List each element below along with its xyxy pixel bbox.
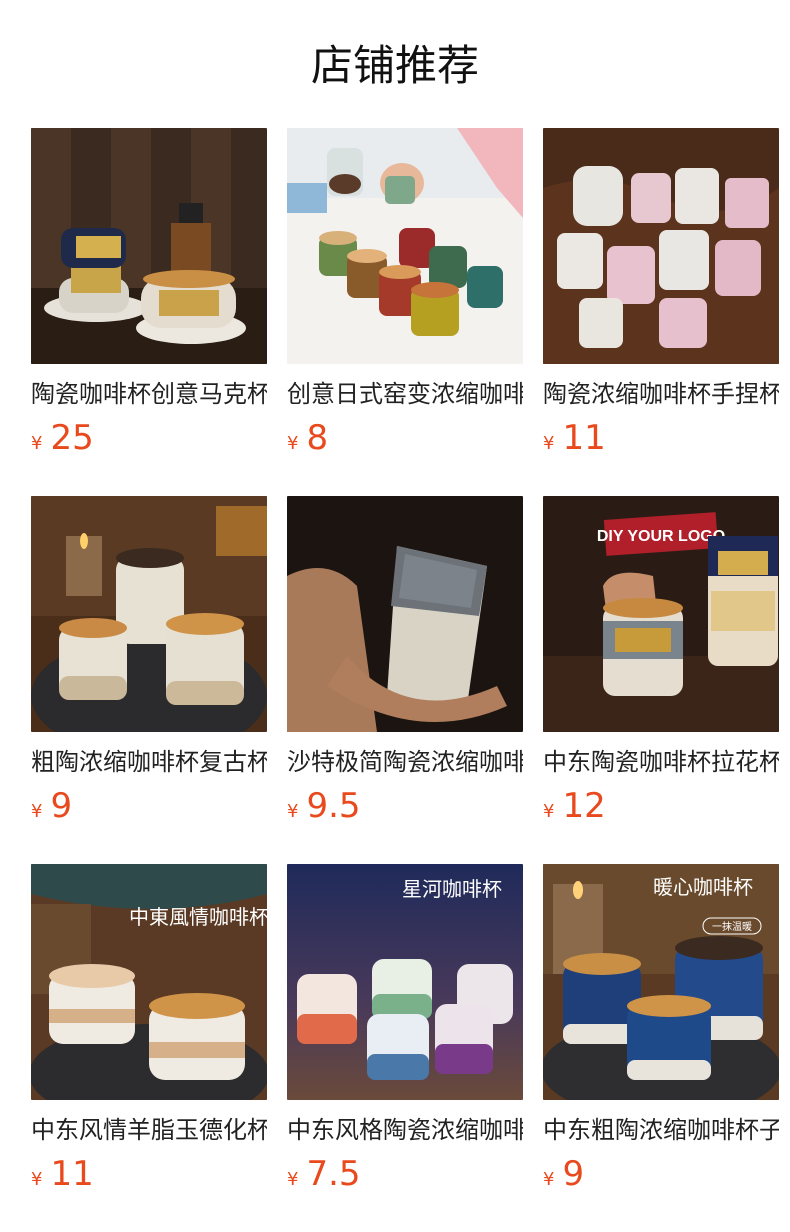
product-price: ¥11	[543, 418, 606, 458]
product-name[interactable]: 沙特极简陶瓷浓缩咖啡杯	[287, 742, 523, 782]
product-name[interactable]: 创意日式窑变浓缩咖啡杯	[287, 374, 523, 414]
price-value: 9	[562, 1154, 585, 1194]
price-value: 11	[50, 1154, 94, 1194]
product-price: ¥11	[31, 1154, 94, 1194]
product-price: ¥7.5	[287, 1154, 361, 1194]
product-image[interactable]	[31, 496, 267, 732]
currency-symbol: ¥	[31, 1169, 43, 1190]
currency-symbol: ¥	[31, 801, 43, 822]
product-price: ¥12	[543, 786, 606, 826]
currency-symbol: ¥	[543, 433, 555, 454]
product-price: ¥9	[31, 786, 72, 826]
product-price: ¥9	[543, 1154, 584, 1194]
price-value: 11	[562, 418, 606, 458]
currency-symbol: ¥	[287, 1169, 299, 1190]
diy-logo-badge: DIY YOUR LOGO	[597, 528, 725, 545]
price-value: 8	[306, 418, 329, 458]
poster-title: 星河咖啡杯	[402, 877, 502, 901]
product-name[interactable]: 陶瓷浓缩咖啡杯手捏杯	[543, 374, 779, 414]
product-image[interactable]: 星河咖啡杯	[287, 864, 523, 1100]
product-image[interactable]	[31, 128, 267, 364]
poster-tag: 一抹温暖	[712, 920, 752, 933]
product-name[interactable]: 粗陶浓缩咖啡杯复古杯	[31, 742, 267, 782]
poster-title: 中東風情咖啡杯	[129, 905, 267, 929]
page-title: 店铺推荐	[310, 41, 479, 90]
currency-symbol: ¥	[287, 433, 299, 454]
price-value: 9.5	[306, 786, 361, 826]
currency-symbol: ¥	[31, 433, 43, 454]
product-name[interactable]: 陶瓷咖啡杯创意马克杯	[31, 374, 267, 414]
product-price: ¥8	[287, 418, 328, 458]
product-name[interactable]: 中东陶瓷咖啡杯拉花杯	[543, 742, 779, 782]
product-price: ¥9.5	[287, 786, 361, 826]
price-value: 25	[50, 418, 94, 458]
currency-symbol: ¥	[543, 1169, 555, 1190]
poster-title: 暖心咖啡杯	[653, 875, 753, 899]
product-price: ¥25	[31, 418, 94, 458]
price-value: 12	[562, 786, 606, 826]
product-image[interactable]: DIY YOUR LOGO	[543, 496, 779, 732]
product-image[interactable]: 暖心咖啡杯 一抹温暖	[543, 864, 779, 1100]
price-value: 7.5	[306, 1154, 361, 1194]
currency-symbol: ¥	[543, 801, 555, 822]
product-image[interactable]: 中東風情咖啡杯	[31, 864, 267, 1100]
product-name[interactable]: 中东风格陶瓷浓缩咖啡杯	[287, 1110, 523, 1150]
product-image[interactable]	[287, 496, 523, 732]
product-name[interactable]: 中东风情羊脂玉德化杯	[31, 1110, 267, 1150]
product-name[interactable]: 中东粗陶浓缩咖啡杯子	[543, 1110, 779, 1150]
price-value: 9	[50, 786, 73, 826]
product-image[interactable]	[287, 128, 523, 364]
currency-symbol: ¥	[287, 801, 299, 822]
product-image[interactable]	[543, 128, 779, 364]
